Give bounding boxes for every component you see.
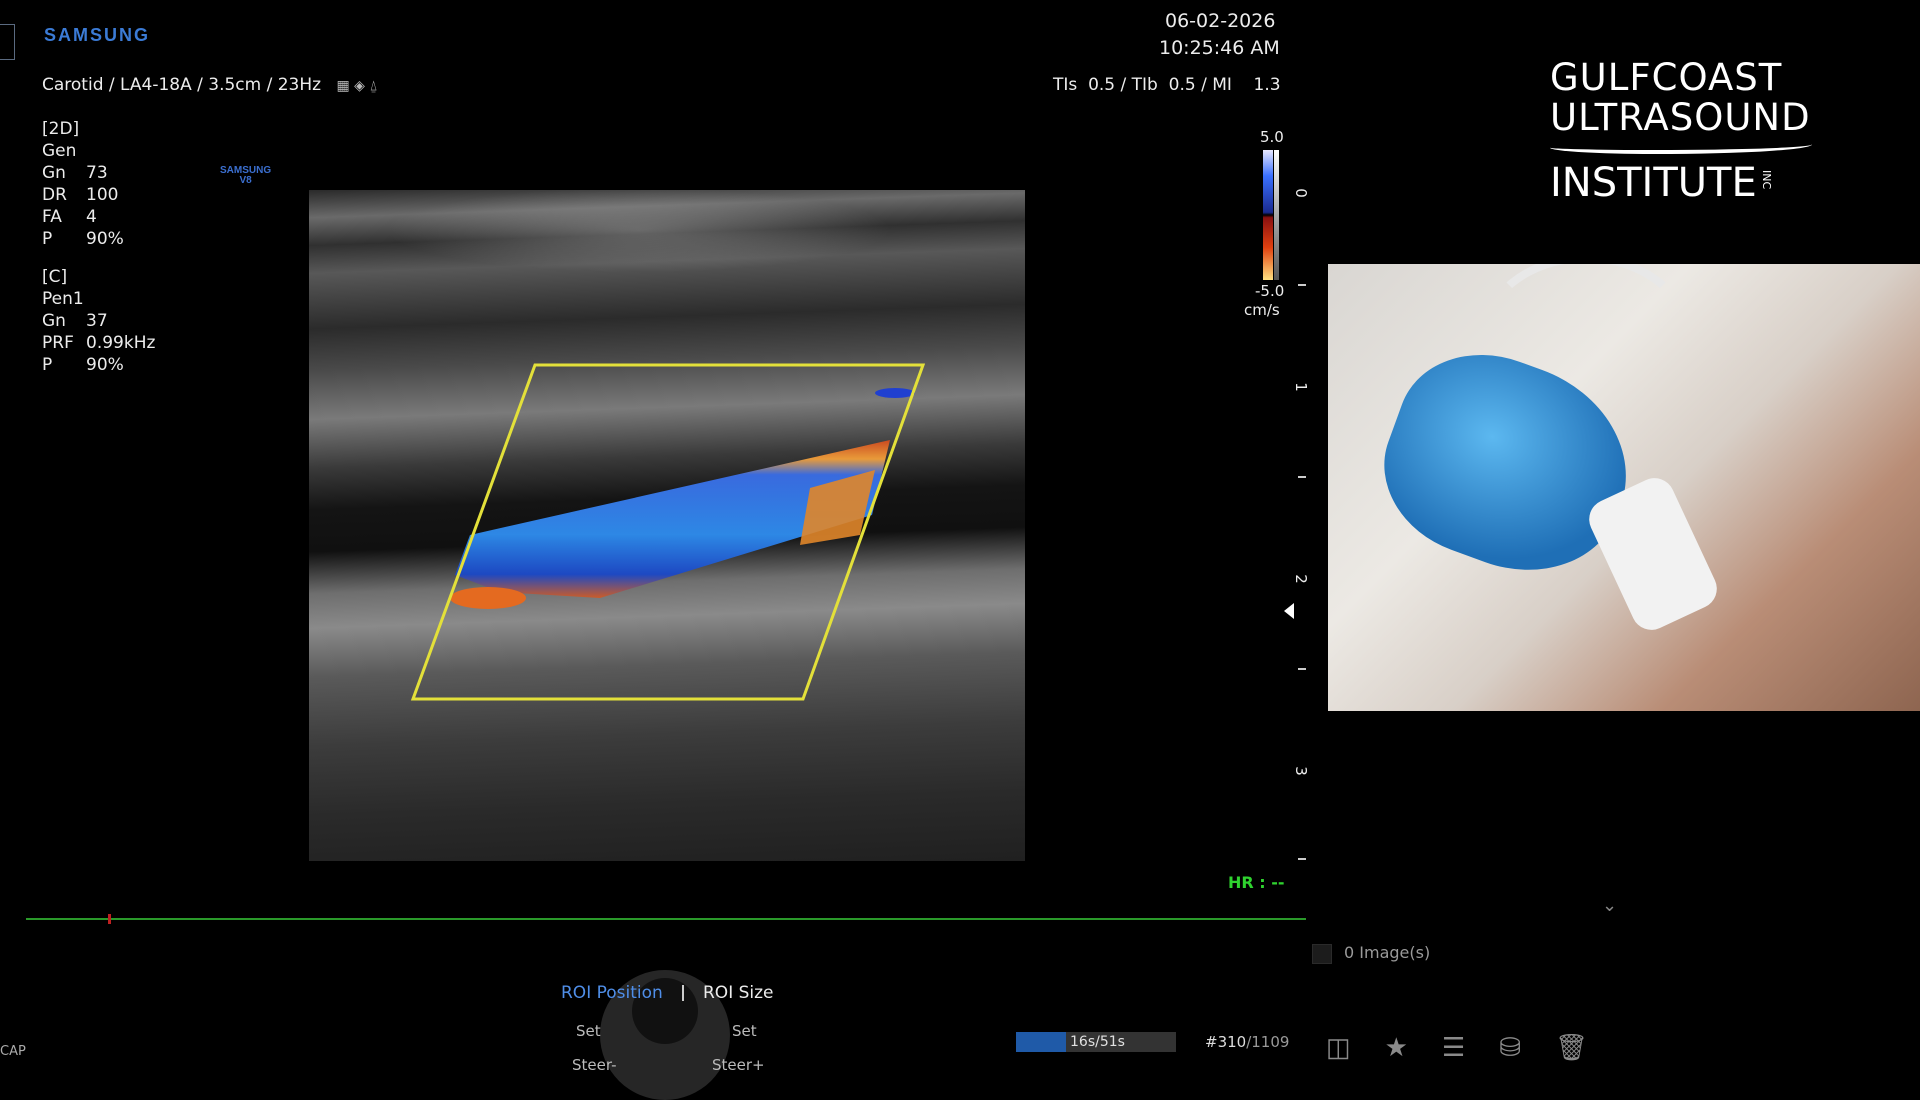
star-icon[interactable]: ★ bbox=[1385, 1032, 1408, 1063]
image-toolbar: ◫ ★ ☰ ⛁ 🗑 bbox=[1326, 1032, 1588, 1063]
depth-label: 3 bbox=[1291, 766, 1310, 776]
star-list-icon[interactable]: ☰ bbox=[1442, 1032, 1465, 1063]
image-count: 0 Image(s) bbox=[1344, 943, 1431, 962]
focus-marker-icon[interactable] bbox=[1284, 603, 1294, 619]
depth-label: 2 bbox=[1291, 574, 1310, 584]
institute-logo: GULFCOAST ULTRASOUND INSTITUTE INC bbox=[1550, 56, 1812, 206]
frame-counter: #310/1109 bbox=[1205, 1033, 1290, 1051]
dicom-icon[interactable]: ⛁ bbox=[1499, 1032, 1521, 1063]
cine-progress-track[interactable]: 16s/51s bbox=[1016, 1032, 1176, 1052]
roi-position-button[interactable]: ROI Position bbox=[561, 983, 663, 1003]
cine-progress-fill bbox=[1016, 1032, 1066, 1052]
roi-size-button[interactable]: ROI Size bbox=[703, 983, 774, 1003]
depth-scale: 0 1 2 3 bbox=[1290, 180, 1310, 860]
corner-label: CAP bbox=[0, 1044, 26, 1059]
steer-plus-button[interactable]: Steer+ bbox=[712, 1056, 765, 1074]
trash-icon[interactable]: 🗑 bbox=[1555, 1032, 1588, 1063]
color-scale-top: 5.0 bbox=[1260, 128, 1284, 146]
depth-label: 1 bbox=[1291, 382, 1310, 392]
depth-label: 0 bbox=[1291, 188, 1310, 198]
set-left-button[interactable]: Set bbox=[576, 1022, 601, 1040]
chevron-down-icon[interactable]: ⌄ bbox=[1602, 895, 1617, 916]
flow-accent-small bbox=[450, 587, 526, 609]
probe-camera-photo bbox=[1328, 264, 1920, 711]
color-scale-unit: cm/s bbox=[1244, 301, 1280, 319]
timeline-marker bbox=[108, 914, 111, 924]
split-view-icon[interactable]: ◫ bbox=[1326, 1032, 1351, 1063]
color-scale-bar bbox=[1263, 150, 1273, 280]
color-scale-bottom: -5.0 bbox=[1255, 282, 1285, 300]
ecg-timeline bbox=[26, 918, 1306, 920]
set-right-button[interactable]: Set bbox=[732, 1022, 757, 1040]
image-checkbox[interactable] bbox=[1312, 944, 1332, 964]
flow-accent-blue bbox=[875, 388, 915, 398]
steer-minus-button[interactable]: Steer- bbox=[572, 1056, 616, 1074]
roi-divider bbox=[682, 985, 684, 1001]
color-scale-gray bbox=[1274, 150, 1279, 280]
heart-rate: HR : -- bbox=[1228, 873, 1285, 892]
cine-time: 16s/51s bbox=[1070, 1034, 1125, 1050]
